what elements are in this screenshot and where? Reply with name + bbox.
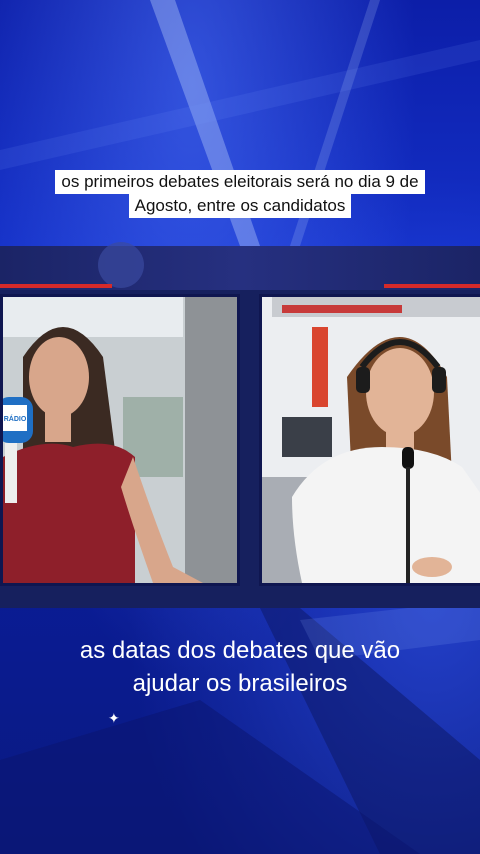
reporter-scene: RÁDIO bbox=[3, 297, 237, 583]
accent-line-left bbox=[0, 284, 112, 288]
caption-top: os primeiros debates eleitorais será no … bbox=[0, 170, 480, 218]
caption-bottom: as datas dos debates que vão ajudar os b… bbox=[0, 634, 480, 700]
mic-badge-text: RÁDIO bbox=[4, 414, 27, 423]
video-panel-host bbox=[259, 294, 480, 586]
host-scene bbox=[262, 297, 480, 583]
video-band: RÁDIO bbox=[0, 242, 480, 608]
video-panel-reporter: RÁDIO bbox=[0, 294, 240, 586]
caption-top-line1: os primeiros debates eleitorais será no … bbox=[55, 170, 425, 194]
sparkle-icon: ✦ bbox=[108, 710, 120, 726]
caption-bottom-line2: ajudar os brasileiros bbox=[132, 670, 348, 697]
caption-top-line2: Agosto, entre os candidatos bbox=[128, 194, 352, 218]
accent-line-right bbox=[384, 284, 480, 288]
decorative-circle bbox=[98, 242, 144, 288]
caption-bottom-line1: as datas dos debates que vão bbox=[79, 637, 401, 664]
